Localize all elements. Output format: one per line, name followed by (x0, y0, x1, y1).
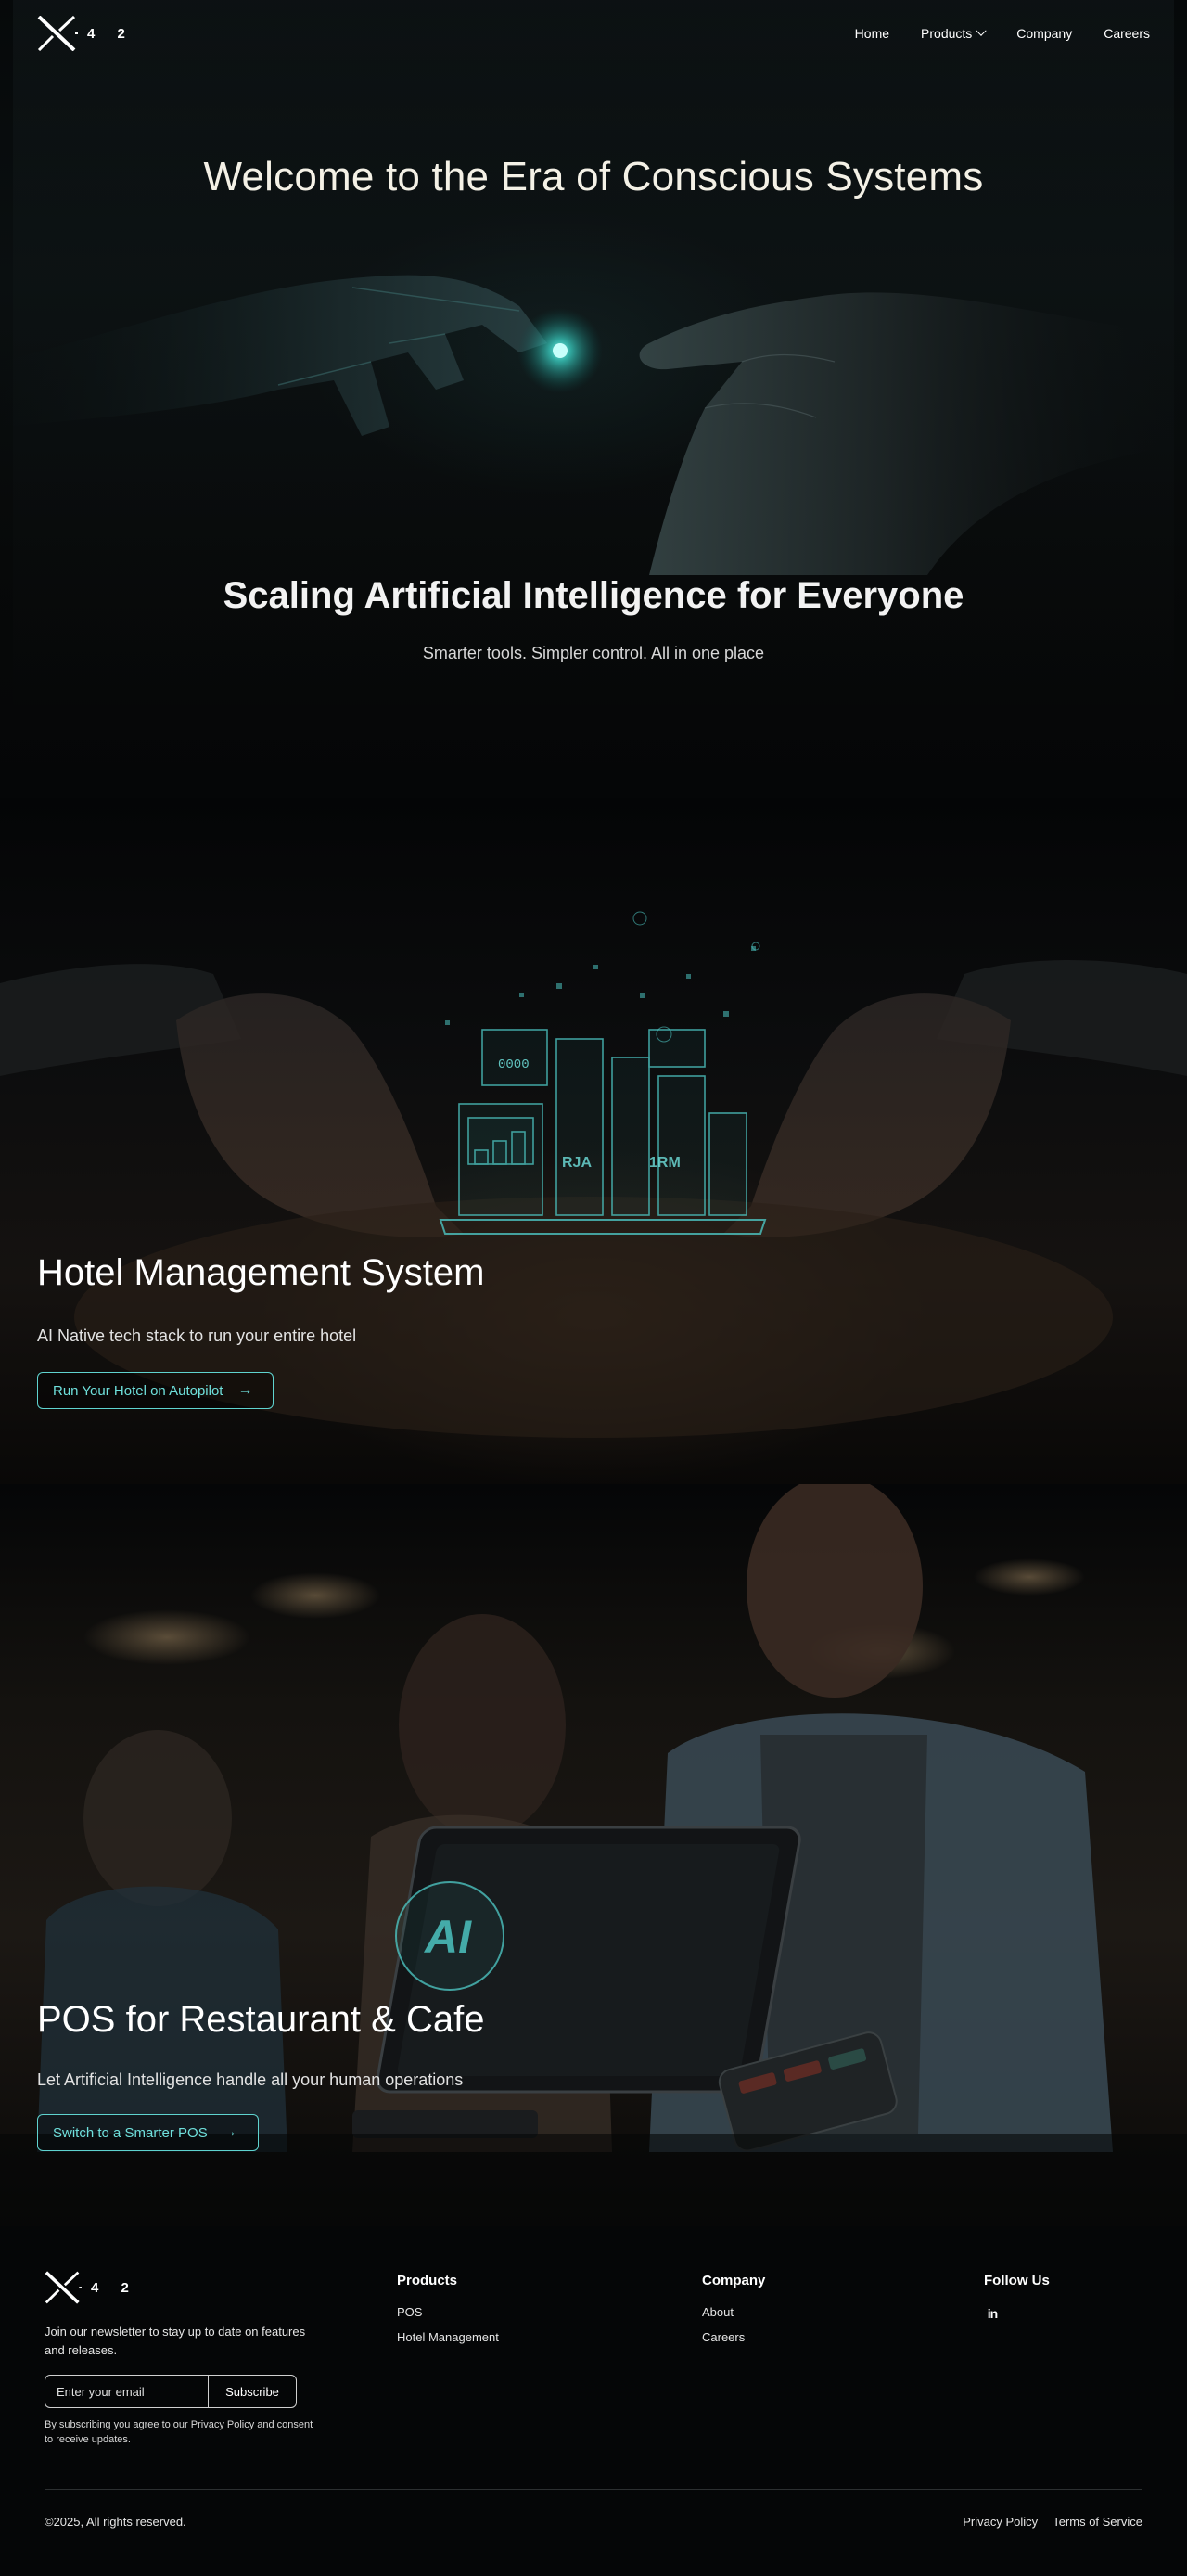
arrow-right-icon: → (222, 2124, 237, 2140)
copyright-text: ©2025, All rights reserved. (45, 2515, 186, 2529)
footer-follow-column: Follow Us in (984, 2273, 1050, 2323)
pos-title: POS for Restaurant & Cafe (37, 1999, 485, 2040)
footer-link-hotel-management[interactable]: Hotel Management (397, 2330, 499, 2344)
arrow-right-icon: → (237, 1382, 253, 1398)
footer-follow-title: Follow Us (984, 2273, 1050, 2288)
newsletter-text: Join our newsletter to stay up to date o… (45, 2325, 306, 2357)
email-input[interactable] (45, 2375, 208, 2408)
nav-careers[interactable]: Careers (1104, 26, 1150, 41)
footer-divider (45, 2489, 1142, 2490)
linkedin-icon[interactable]: in (984, 2305, 1001, 2322)
footer-link-about[interactable]: About (702, 2305, 765, 2319)
footer: 4 2 Join our newsletter to stay up to da… (0, 2226, 1187, 2576)
pos-cta-label: Switch to a Smarter POS (53, 2124, 208, 2141)
hotel-cta-button[interactable]: Run Your Hotel on Autopilot → (37, 1372, 274, 1409)
logo-digits: 4 2 (87, 25, 134, 42)
hotel-management-section: 0000 RJA 1RM Hotel Management System AI … (0, 798, 1187, 1484)
footer-products-title: Products (397, 2273, 458, 2288)
nav-company[interactable]: Company (1016, 26, 1072, 41)
nav-products-label: Products (921, 26, 973, 41)
nav-products[interactable]: Products (921, 25, 987, 41)
x-logo-icon (45, 2271, 82, 2304)
terms-of-service-link[interactable]: Terms of Service (1053, 2515, 1142, 2529)
hero-tagline: Smarter tools. Simpler control. All in o… (422, 644, 765, 662)
hero-title: Welcome to the Era of Conscious Systems (203, 154, 984, 199)
footer-logo-digits: 4 2 (91, 2279, 138, 2296)
hands-touching-illustration (0, 275, 1187, 575)
footer-link-careers[interactable]: Careers (702, 2330, 765, 2344)
nav-home[interactable]: Home (855, 26, 889, 41)
privacy-policy-link[interactable]: Privacy Policy (963, 2515, 1038, 2529)
logo[interactable]: 4 2 (37, 16, 134, 51)
pos-description: Let Artificial Intelligence handle all y… (37, 2070, 464, 2089)
hotel-cta-label: Run Your Hotel on Autopilot (53, 1382, 223, 1399)
footer-products-column: Products POS Hotel Management (397, 2273, 499, 2355)
legal-links: Privacy Policy Terms of Service (963, 2515, 1142, 2529)
hologram-label-1rm: 1RM (649, 1155, 681, 1171)
footer-company-title: Company (702, 2273, 766, 2288)
pos-section: AI POS for Restaurant & Cafe Let Artific… (0, 1484, 1187, 2226)
hologram-label-counter: 0000 (498, 1057, 530, 1072)
hero-subtitle: Scaling Artificial Intelligence for Ever… (223, 575, 964, 616)
pos-cta-button[interactable]: Switch to a Smarter POS → (37, 2114, 259, 2151)
hotel-description: AI Native tech stack to run your entire … (37, 1326, 357, 1345)
top-navigation: 4 2 Home Products Company Careers (0, 0, 1187, 67)
hero-section: Welcome to the Era of Conscious Systems (0, 0, 1187, 798)
newsletter-form: Subscribe (45, 2375, 297, 2408)
subscribe-button[interactable]: Subscribe (208, 2375, 297, 2408)
hologram-label-rja: RJA (562, 1155, 592, 1171)
x-logo-icon (37, 16, 78, 51)
nav-links: Home Products Company Careers (855, 25, 1150, 41)
chevron-down-icon (976, 25, 987, 36)
consent-text: By subscribing you agree to our Privacy … (45, 2419, 313, 2445)
pos-screen-ai-label: AI (423, 1911, 472, 1963)
hotel-title: Hotel Management System (37, 1252, 485, 1293)
footer-company-column: Company About Careers (702, 2273, 765, 2355)
footer-link-pos[interactable]: POS (397, 2305, 499, 2319)
footer-logo[interactable]: 4 2 (45, 2271, 138, 2304)
